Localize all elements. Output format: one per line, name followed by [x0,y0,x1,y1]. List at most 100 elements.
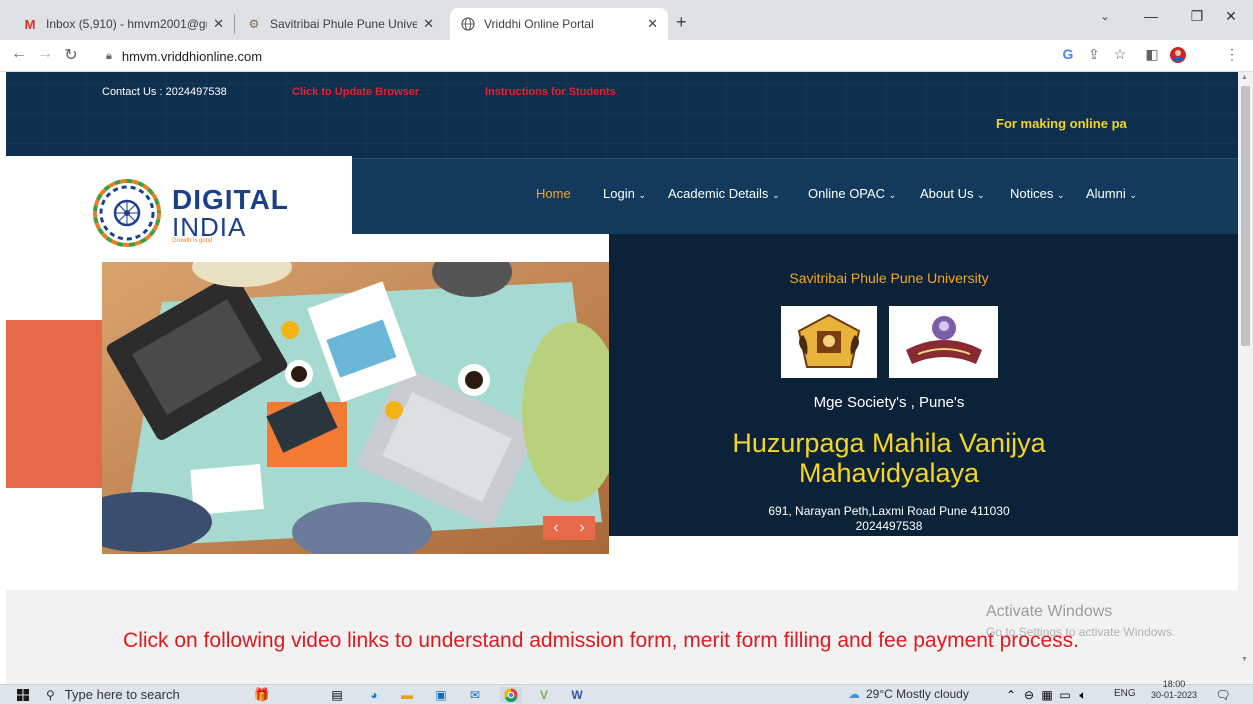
activate-windows-title: Activate Windows [986,603,1113,620]
chevron-down-icon: ⌄ [772,190,780,200]
activate-windows-subtitle: Go to Settings to activate Windows. [986,625,1176,639]
onedrive-icon[interactable]: ⊖ [1020,687,1038,703]
lock-icon[interactable]: 🔒︎ [106,50,112,63]
scroll-up-arrow-icon[interactable]: ▲ [1241,74,1248,81]
tab-title: Vriddhi Online Portal [484,17,594,31]
minimize-button[interactable]: — [1128,0,1174,32]
news-widget-icon[interactable]: 🎁 [244,687,280,703]
decorative-accent-block [6,320,102,488]
college-address: 691, Narayan Peth,Laxmi Road Pune 411030 [768,504,1010,518]
close-tab-icon[interactable]: ✕ [423,16,434,32]
sppu-seal-logo [781,306,877,378]
profile-avatar[interactable] [1168,46,1188,67]
url-field[interactable]: 🔒︎ hmvm.vriddhionline.com [106,44,1046,68]
update-browser-link[interactable]: Click to Update Browser [292,86,419,98]
chrome-icon[interactable] [500,687,522,703]
search-icon: ⚲ [46,687,55,702]
nav-label: Academic Details [668,186,769,201]
store-icon[interactable]: ▣ [432,687,450,703]
word-icon[interactable]: W [568,687,586,703]
nav-login[interactable]: Login ⌄ [603,186,646,201]
windows-start-icon[interactable] [14,687,32,703]
share-icon[interactable]: ⇪ [1084,46,1104,63]
vriddhi-app-icon[interactable]: V [535,687,553,703]
nav-notices[interactable]: Notices ⌄ [1010,186,1065,201]
slider-prev-button[interactable]: ‹ [553,519,558,537]
kebab-menu-icon[interactable]: ⋮ [1222,46,1242,63]
society-emblem-icon [905,316,982,364]
clock-time: 18:00 [1162,679,1186,689]
close-tab-icon[interactable]: ✕ [647,16,658,32]
university-seal-icon: ⚙ [248,17,260,31]
student-instructions-link[interactable]: Instructions for Students [485,86,616,98]
url-text: hmvm.vriddhionline.com [121,48,263,64]
bookmark-star-icon[interactable]: ☆ [1110,46,1130,63]
task-view-icon[interactable]: ▤ [328,687,346,703]
file-explorer-icon[interactable]: ▬ [398,687,416,703]
nav-home[interactable]: Home [536,186,571,201]
nav-label: Notices [1010,186,1054,201]
globe-icon [460,16,476,32]
tab-separator [234,14,235,34]
cloud-icon: ☁ [848,687,860,701]
university-name: Savitribai Phule Pune University [789,270,989,286]
clock[interactable]: 18:00 30-01-2023 [1146,679,1202,701]
nav-online-opac[interactable]: Online OPAC ⌄ [808,186,896,201]
college-name: Huzurpaga Mahila Vanijya Mahavidyalaya [732,428,1046,488]
college-phone: 2024497538 [855,519,923,533]
tab-sppu[interactable]: ⚙ Savitribai Phule Pune University, | ✕ [236,8,444,40]
volume-icon[interactable]: 🔈︎ [1074,687,1092,703]
back-arrow-icon[interactable]: ← [8,45,30,63]
network-icon[interactable]: ▦ [1038,687,1056,703]
nav-label: Alumni [1086,186,1126,201]
marquee-text: For making online pa [996,116,1127,131]
browser-tab-strip: M Inbox (5,910) - hmvm2001@gma ✕ ⚙ Savit… [0,0,1253,40]
google-translate-icon[interactable]: G [1058,46,1078,62]
scroll-down-arrow-icon[interactable]: ▼ [1241,656,1248,663]
close-window-button[interactable]: ✕ [1208,0,1253,32]
chevron-down-icon: ⌄ [1129,190,1137,200]
nav-about-us[interactable]: About Us ⌄ [920,186,985,201]
chevron-down-icon: ⌄ [638,190,646,200]
mail-icon[interactable]: ✉ [466,687,484,703]
display-icon[interactable]: ▭ [1056,687,1074,703]
nav-alumni[interactable]: Alumni ⌄ [1086,186,1137,201]
digital-india-logo[interactable]: DIGITAL INDIA Growth is good [6,156,352,247]
new-tab-button[interactable]: + [676,12,687,33]
close-tab-icon[interactable]: ✕ [213,16,224,32]
nav-label: Home [536,186,571,201]
reload-icon[interactable]: ↻ [60,45,82,65]
side-panel-icon[interactable]: ◧ [1142,46,1162,63]
tab-search-icon[interactable]: ⌄ [1082,0,1128,32]
page-scrollbar[interactable]: ▲ ▼ [1238,72,1253,684]
tab-vriddhi[interactable]: Vriddhi Online Portal ✕ [450,8,668,40]
chevron-down-icon: ⌄ [977,190,985,200]
society-name: Mge Society's , Pune's [813,394,965,411]
team-desk-photo [102,262,609,554]
edge-browser-icon[interactable]: ◕ [365,687,383,703]
weather-widget[interactable]: ☁ 29°C Mostly cloudy [848,687,969,701]
contact-number: Contact Us : 2024497538 [102,86,227,98]
scrollbar-thumb[interactable] [1241,86,1250,346]
forward-arrow-icon[interactable]: → [34,45,56,63]
tab-title: Inbox (5,910) - hmvm2001@gma [46,17,208,31]
sppu-seal-icon [797,313,861,368]
nav-academic-details[interactable]: Academic Details ⌄ [668,186,780,201]
web-page: Contact Us : 2024497538 Click to Update … [0,72,1238,684]
address-bar: ← → ↻ 🔒︎ hmvm.vriddhionline.com G ⇪ ☆ ◧ … [0,40,1253,72]
slider-next-button[interactable]: › [579,519,584,537]
nav-label: Login [603,186,635,201]
search-placeholder: Type here to search [64,687,180,702]
notification-icon[interactable]: 🗨 [1214,687,1232,703]
video-links-notice: Click on following video links to unders… [123,629,1079,652]
taskbar-search-box[interactable]: ⚲ Type here to search [46,685,236,704]
gmail-icon: M [24,16,36,32]
slider-controls: ‹ › [543,516,595,540]
nav-label: About Us [920,186,974,201]
tab-gmail[interactable]: M Inbox (5,910) - hmvm2001@gma ✕ [12,8,234,40]
hero-slider[interactable]: ‹ › [102,262,609,554]
language-indicator[interactable]: ENG [1114,688,1136,699]
tab-title: Savitribai Phule Pune University, | [270,17,418,31]
society-emblem-logo [889,306,998,378]
tray-overflow-icon[interactable]: ⌃ [1002,687,1020,703]
